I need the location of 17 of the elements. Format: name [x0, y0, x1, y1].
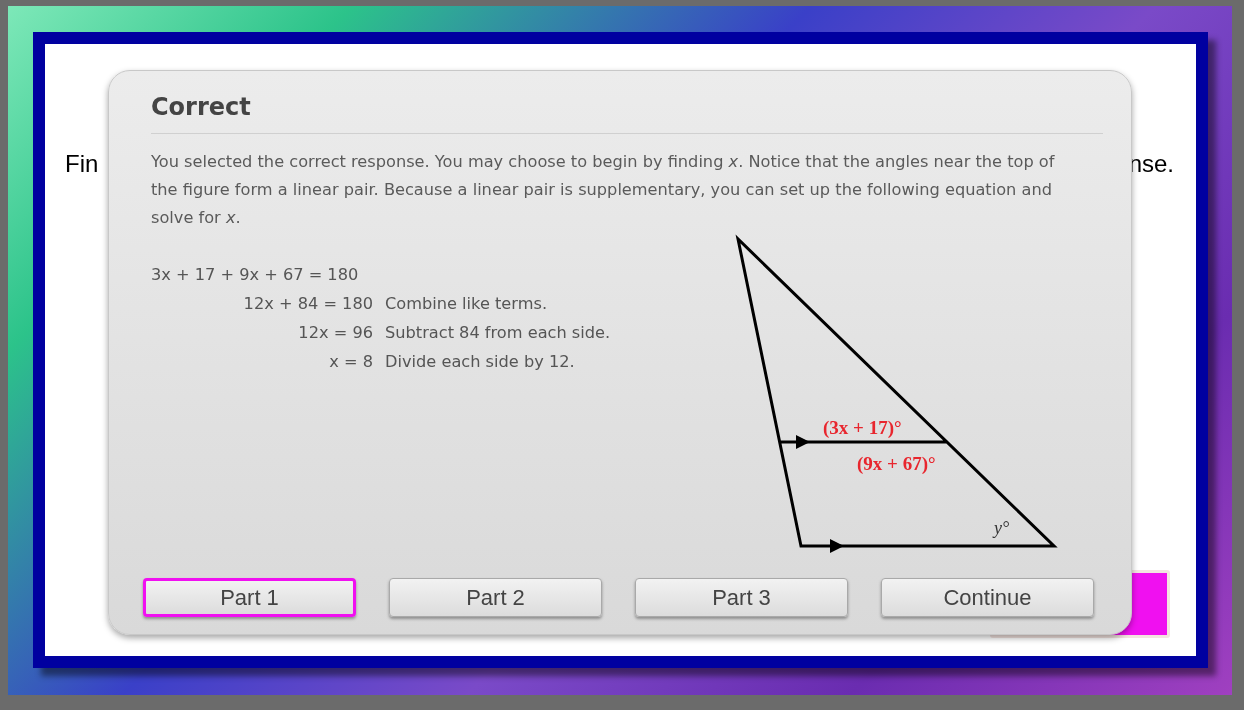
step-note: Divide each side by 12.	[385, 351, 576, 373]
dialog-title: Correct	[151, 93, 252, 121]
part-button[interactable]: Part 3	[635, 578, 848, 617]
step-note: Combine like terms.	[385, 293, 549, 315]
part-button[interactable]: Part 1	[143, 578, 356, 617]
part-button[interactable]: Continue	[881, 578, 1094, 617]
equation-step: x = 8	[151, 349, 373, 375]
equation-step: 12x = 96	[151, 320, 373, 346]
part-button[interactable]: Part 2	[389, 578, 602, 617]
angle-label: (9x + 67)°	[857, 453, 936, 474]
step-note: Subtract 84 from each side.	[385, 322, 612, 344]
equation-step: 3x + 17 + 9x + 67 = 180	[151, 262, 711, 288]
angle-label: y°	[994, 518, 1010, 538]
question-text: Fin	[65, 150, 99, 178]
equation-step: 12x + 84 = 180	[151, 291, 373, 317]
explanation-text: You selected the correct response. You may choose to begin by finding x. Notice that the angles near the top of the figure form a linear pair. Because a linear pair is supplementary, you can set up the following equation and solve for x.	[151, 151, 1056, 229]
angle-label: (3x + 17)°	[823, 417, 902, 438]
